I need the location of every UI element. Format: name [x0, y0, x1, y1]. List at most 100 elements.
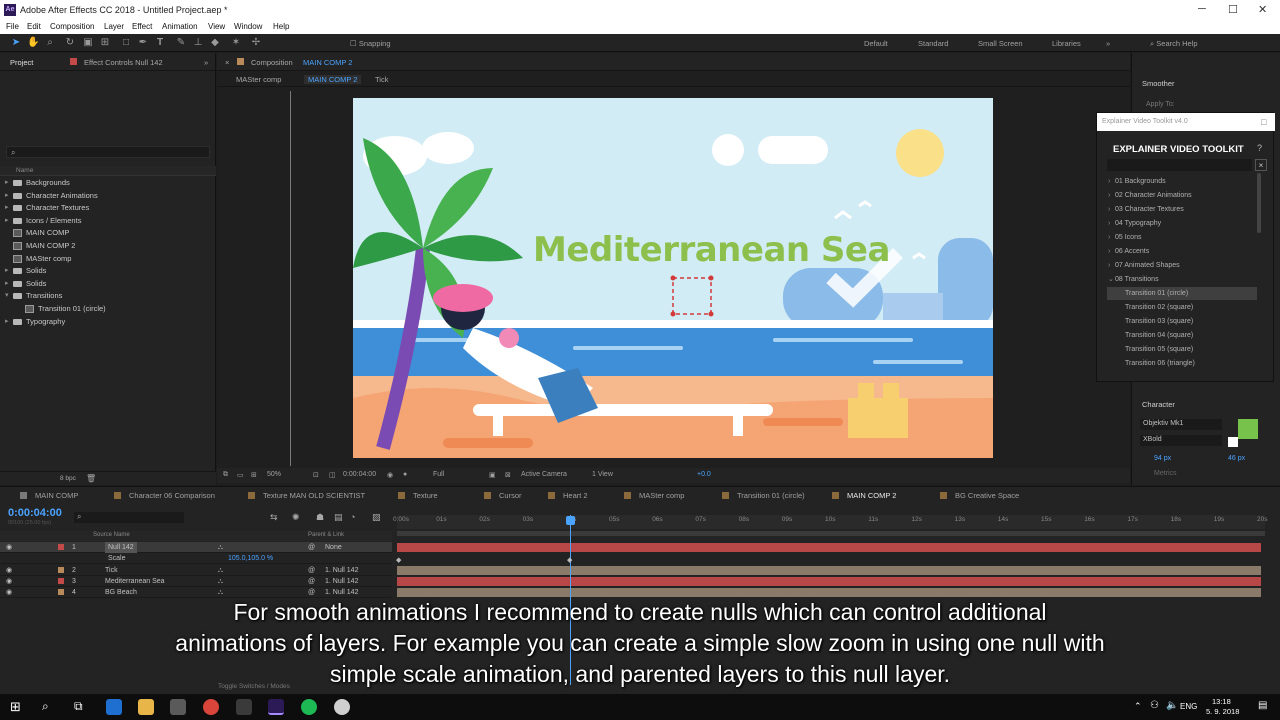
layer-duration-bar[interactable]: [397, 565, 1261, 575]
parent-dropdown[interactable]: 1. Null 142: [325, 576, 358, 587]
snapping-checkbox[interactable]: ☐ Snapping: [350, 39, 391, 48]
timeline-tab[interactable]: Heart 2: [548, 491, 588, 500]
layer-label-color[interactable]: [58, 577, 64, 584]
keyframe-end[interactable]: ◆: [567, 556, 572, 564]
expand-arrow-icon[interactable]: ▸: [5, 316, 9, 328]
layer-switches-icon[interactable]: ⛬: [218, 576, 223, 587]
menu-composition[interactable]: Composition: [50, 22, 94, 31]
file-explorer-icon[interactable]: [138, 699, 154, 715]
workspace-standard[interactable]: Standard: [918, 39, 948, 48]
trash-icon[interactable]: 🗑: [86, 474, 96, 483]
timeline-tab[interactable]: MASter comp: [624, 491, 684, 500]
project-item[interactable]: ▸ Character Textures: [0, 202, 216, 214]
shy-layers-icon[interactable]: ☗: [316, 512, 324, 523]
workspaces-overflow-icon[interactable]: »: [1106, 39, 1110, 48]
font-family-dropdown[interactable]: Objektiv Mk1: [1140, 419, 1222, 430]
snapshot-icon[interactable]: ◉: [387, 471, 393, 479]
evt-list-item[interactable]: Transition 03 (square): [1107, 315, 1257, 328]
rectangle-tool-icon[interactable]: □: [120, 37, 132, 49]
pick-whip-icon[interactable]: @: [308, 565, 315, 576]
menu-edit[interactable]: Edit: [27, 22, 41, 31]
layer-label-color[interactable]: [58, 566, 64, 573]
visibility-eye-icon[interactable]: ◉: [6, 542, 12, 553]
exposure-value[interactable]: +0.0: [697, 471, 711, 478]
kerning-value[interactable]: Metrics: [1154, 470, 1177, 477]
expand-arrow-icon[interactable]: ▸: [5, 177, 9, 189]
project-item[interactable]: Transition 01 (circle): [0, 303, 216, 315]
timeline-tab[interactable]: BG Creative Space: [940, 491, 1019, 500]
tab-project[interactable]: Project: [10, 58, 33, 67]
evt-list-item[interactable]: Transition 02 (square): [1107, 301, 1257, 314]
expand-arrow-icon[interactable]: ▸: [5, 190, 9, 202]
layer-label-color[interactable]: [58, 589, 64, 596]
after-effects-taskbar-icon[interactable]: [268, 699, 284, 715]
breadcrumb-tick[interactable]: Tick: [375, 75, 388, 84]
stroke-color-swatch[interactable]: [1228, 437, 1238, 447]
search-icon[interactable]: ⌕: [42, 699, 49, 714]
project-item[interactable]: ▸ Icons / Elements: [0, 215, 216, 227]
layer-switches-icon[interactable]: ⛬: [218, 542, 223, 553]
roto-brush-tool-icon[interactable]: ✶: [230, 37, 242, 49]
evt-search-input[interactable]: [1107, 159, 1252, 171]
menu-view[interactable]: View: [208, 22, 225, 31]
close-tab-icon[interactable]: ×: [225, 58, 229, 67]
project-item[interactable]: MAIN COMP: [0, 227, 216, 239]
composition-canvas[interactable]: Mediterranean Sea: [353, 98, 993, 458]
pan-behind-tool-icon[interactable]: ⊞: [99, 37, 111, 49]
pen-tool-icon[interactable]: ✒: [137, 37, 149, 49]
timeline-current-time[interactable]: 0:00:04:00: [8, 507, 62, 519]
windows-start-icon[interactable]: ⊞: [10, 699, 21, 715]
timeline-tab[interactable]: Texture MAN OLD SCIENTIST: [248, 491, 365, 500]
menu-effect[interactable]: Effect: [132, 22, 152, 31]
spotify-icon[interactable]: [301, 699, 317, 715]
edge-browser-icon[interactable]: [106, 699, 122, 715]
selection-tool-icon[interactable]: ➤: [10, 37, 22, 49]
breadcrumb-master-comp[interactable]: MASter comp: [236, 75, 281, 84]
expand-arrow-icon[interactable]: ▸: [5, 215, 9, 227]
frame-blending-icon[interactable]: ▤: [334, 512, 343, 523]
timeline-layer-row[interactable]: ◉ 3 Mediterranean Sea ⛬ @ 1. Null 142: [0, 576, 392, 587]
timeline-tab[interactable]: Texture: [398, 491, 438, 500]
menu-help[interactable]: Help: [273, 22, 289, 31]
parent-dropdown[interactable]: 1. Null 142: [325, 565, 358, 576]
parent-dropdown[interactable]: None: [325, 542, 342, 553]
visibility-eye-icon[interactable]: ◉: [6, 576, 12, 587]
timeline-tab[interactable]: Character 06 Comparison: [114, 491, 215, 500]
menu-layer[interactable]: Layer: [104, 22, 124, 31]
expand-arrow-icon[interactable]: ▸: [5, 265, 9, 277]
puppet-tool-icon[interactable]: ✢: [250, 37, 262, 49]
clone-stamp-tool-icon[interactable]: ⊥: [192, 37, 204, 49]
evt-list-item[interactable]: Transition 06 (triangle): [1107, 357, 1257, 370]
clear-search-icon[interactable]: ×: [1255, 159, 1267, 171]
timeline-tab[interactable]: Cursor: [484, 491, 522, 500]
layer-name[interactable]: Tick: [105, 565, 118, 576]
show-channel-icon[interactable]: ●: [403, 471, 407, 478]
draft-3d-icon[interactable]: ✺: [292, 512, 300, 523]
magnification-dropdown[interactable]: 50%: [267, 471, 281, 478]
evt-list-item[interactable]: Transition 04 (square): [1107, 329, 1257, 342]
view-layout-dropdown[interactable]: 1 View: [592, 471, 613, 478]
camera-tool-icon[interactable]: ▣: [82, 37, 94, 49]
camera-view-dropdown[interactable]: Active Camera: [521, 471, 567, 478]
brush-tool-icon[interactable]: ✎: [175, 37, 187, 49]
minimize-icon[interactable]: ─: [1198, 3, 1206, 15]
tray-chevron-icon[interactable]: ⌃: [1134, 701, 1142, 712]
timeline-layer-row[interactable]: Scale 105.0,105.0 %: [0, 553, 392, 565]
menu-animation[interactable]: Animation: [162, 22, 198, 31]
expand-arrow-icon[interactable]: ▸: [5, 202, 9, 214]
project-item[interactable]: MASter comp: [0, 253, 216, 265]
project-search-input[interactable]: ⌕: [6, 146, 210, 158]
evt-list-item[interactable]: › 04 Typography: [1107, 217, 1257, 230]
maximize-icon[interactable]: ☐: [1228, 3, 1238, 16]
clock-time[interactable]: 13:18: [1212, 697, 1231, 706]
evt-list-item[interactable]: › 06 Accents: [1107, 245, 1257, 258]
breadcrumb-main-comp-2[interactable]: MAIN COMP 2: [304, 75, 362, 84]
font-size-value[interactable]: 94 px: [1154, 455, 1171, 462]
layer-duration-bar[interactable]: [397, 588, 1261, 598]
fast-previews-icon[interactable]: ▣: [489, 471, 496, 479]
pick-whip-icon[interactable]: @: [308, 576, 315, 587]
workspace-small-screen[interactable]: Small Screen: [978, 39, 1023, 48]
evt-scrollbar[interactable]: [1257, 173, 1261, 233]
evt-list-item[interactable]: › 02 Character Animations: [1107, 189, 1257, 202]
close-icon[interactable]: ✕: [1258, 3, 1267, 16]
